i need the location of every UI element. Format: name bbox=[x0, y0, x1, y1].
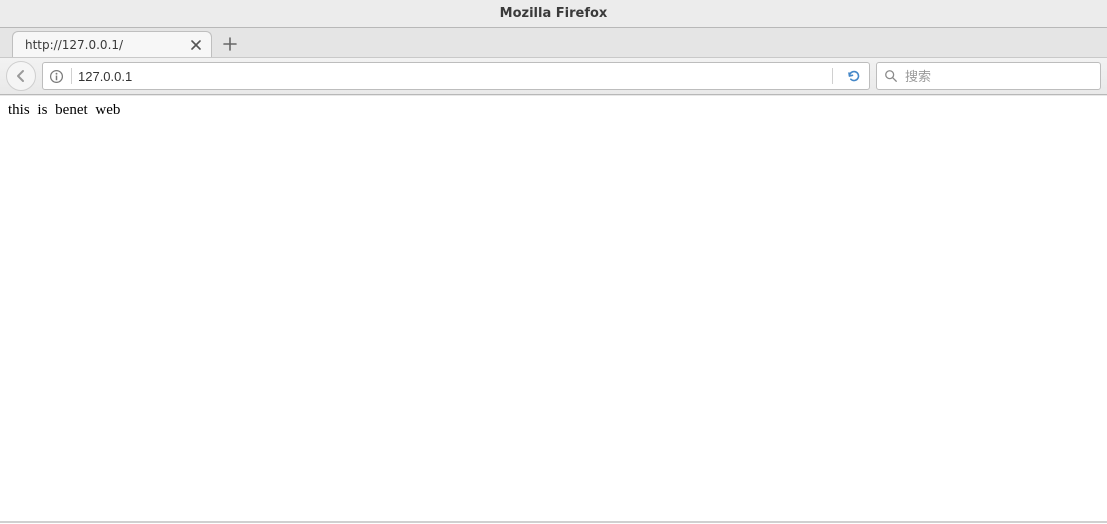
window-titlebar: Mozilla Firefox bbox=[0, 0, 1107, 28]
urlbar-separator bbox=[71, 68, 72, 84]
urlbar-separator bbox=[832, 68, 833, 84]
nav-toolbar bbox=[0, 58, 1107, 95]
url-bar[interactable] bbox=[42, 62, 870, 90]
tab-title: http://127.0.0.1/ bbox=[25, 38, 189, 52]
close-tab-icon[interactable] bbox=[189, 38, 203, 52]
tab-active[interactable]: http://127.0.0.1/ bbox=[12, 31, 212, 57]
back-button[interactable] bbox=[6, 61, 36, 91]
search-input[interactable] bbox=[905, 69, 1094, 84]
window-bottom-border bbox=[0, 521, 1107, 523]
url-input[interactable] bbox=[78, 63, 822, 89]
search-bar[interactable] bbox=[876, 62, 1101, 90]
window-title: Mozilla Firefox bbox=[500, 6, 608, 21]
new-tab-button[interactable] bbox=[218, 32, 242, 56]
tab-strip: http://127.0.0.1/ bbox=[0, 28, 1107, 58]
search-icon bbox=[883, 68, 899, 84]
page-body-text: this is benet web bbox=[8, 102, 120, 118]
reload-button[interactable] bbox=[843, 65, 865, 87]
site-info-icon[interactable] bbox=[47, 67, 65, 85]
page-viewport: this is benet web bbox=[0, 95, 1107, 521]
